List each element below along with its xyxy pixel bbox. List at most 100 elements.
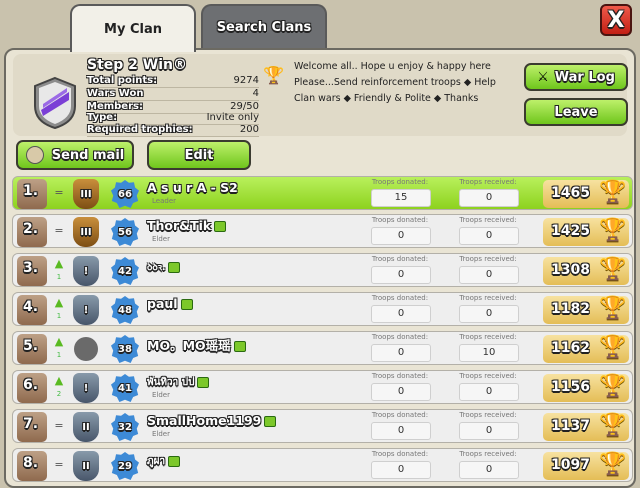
rank-up-icon: ▲ — [54, 257, 64, 270]
rank-number: 7. — [23, 416, 39, 432]
member-row[interactable]: 6. ▲ 2 ! 41 พันทิวา ปป Elder Troops dona… — [12, 370, 633, 404]
trophy-icon: 🏆 — [599, 335, 627, 360]
rank-number: 8. — [23, 455, 39, 471]
close-button[interactable]: X — [600, 4, 632, 36]
war-log-button[interactable]: ⚔ War Log — [524, 63, 628, 91]
leave-label: Leave — [554, 104, 598, 120]
trophy-count: 1308 — [551, 262, 590, 278]
member-row[interactable]: 8. = II 29 ภูผา Troops donated: 0 Troops… — [12, 448, 633, 482]
send-mail-button[interactable]: Send mail — [16, 140, 134, 170]
stat-required-trophies: Required trophies: 200 — [87, 124, 259, 137]
troops-received-label: Troops received: — [459, 411, 517, 419]
clan-badge-icon — [34, 76, 76, 130]
trophy-count: 1156 — [551, 379, 590, 395]
tab-my-clan[interactable]: My Clan — [70, 4, 196, 52]
member-row[interactable]: 1. = III 66 A s u r A - S2 Leader Troops… — [12, 176, 633, 210]
stat-value: 4 — [252, 88, 259, 99]
troops-received-value: 0 — [459, 227, 519, 245]
send-mail-label: Send mail — [51, 147, 125, 163]
troops-donated-label: Troops donated: — [371, 411, 429, 419]
league-icon: II — [73, 412, 99, 442]
troops-donated-label: Troops donated: — [371, 294, 429, 302]
troops-donated-value: 0 — [371, 266, 431, 284]
xp-level-icon: 66 — [111, 180, 139, 208]
troops-donated-value: 0 — [371, 422, 431, 440]
chat-icon — [214, 221, 227, 232]
member-role: Leader — [152, 197, 177, 205]
trophy-count-box: 1162 🏆 — [543, 335, 629, 363]
troops-donated-label: Troops donated: — [371, 450, 429, 458]
trophy-icon: 🏆 — [263, 66, 285, 86]
tab-search-clans[interactable]: Search Clans — [201, 4, 327, 48]
stat-label: Members: — [87, 101, 143, 112]
member-name: SmallHome1199 — [147, 413, 277, 428]
rank-number: 5. — [23, 338, 39, 354]
clan-description-line: Welcome all.. Hope u enjoy & happy here — [294, 61, 491, 72]
troops-received-value: 0 — [459, 422, 519, 440]
edit-button[interactable]: Edit — [147, 140, 251, 170]
league-icon: III — [73, 217, 99, 247]
xp-level-icon: 41 — [111, 374, 139, 402]
troops-received-value: 0 — [459, 266, 519, 284]
chat-icon — [233, 341, 246, 352]
rank-change-amount: 1 — [56, 273, 62, 281]
stat-value: 200 — [239, 124, 259, 135]
rank-number: 2. — [23, 221, 39, 237]
trophy-count: 1182 — [551, 301, 590, 317]
clan-name: Step 2 Win® — [87, 57, 187, 73]
close-icon: X — [607, 7, 625, 33]
troops-donated-label: Troops donated: — [371, 333, 429, 341]
troops-received-value: 0 — [459, 305, 519, 323]
trophy-icon: 🏆 — [599, 257, 627, 282]
member-role: Elder — [152, 430, 170, 438]
troops-received-label: Troops received: — [459, 294, 517, 302]
trophy-count: 1465 — [551, 185, 590, 201]
leave-button[interactable]: Leave — [524, 98, 628, 126]
stat-value: Invite only — [206, 112, 259, 123]
member-role: Elder — [152, 391, 170, 399]
trophy-icon: 🏆 — [599, 374, 627, 399]
clan-description-line: Clan wars ◆ Friendly & Polite ◆ Thanks — [294, 93, 479, 104]
clan-info: Step 2 Win® Total points: 9274 Wars Won … — [13, 54, 628, 137]
member-row[interactable]: 3. ▲ 1 ! 42 ꝺꝺꝛ. Troops donated: 0 Troop… — [12, 253, 633, 287]
league-icon: III — [73, 179, 99, 209]
member-row[interactable]: 5. ▲ 1 38 MO。MO瑶瑶 Troops donated: 0 Troo… — [12, 331, 633, 365]
rank-up-icon: ▲ — [54, 296, 64, 309]
member-row[interactable]: 2. = III 56 Thor&Tik Elder Troops donate… — [12, 214, 633, 248]
trophy-icon: 🏆 — [599, 413, 627, 438]
chat-icon — [264, 416, 277, 427]
trophy-count-box: 1465 🏆 — [543, 180, 629, 208]
troops-donated-value: 0 — [371, 305, 431, 323]
rank-change-amount: 2 — [56, 390, 62, 398]
troops-donated-value: 0 — [371, 227, 431, 245]
trophy-count-box: 1137 🏆 — [543, 413, 629, 441]
trophy-count: 1097 — [551, 457, 590, 473]
trophy-icon: 🏆 — [599, 180, 627, 205]
trophy-count-box: 1097 🏆 — [543, 452, 629, 480]
war-log-label: War Log — [554, 69, 615, 85]
tab-my-clan-label: My Clan — [104, 21, 162, 37]
member-role: Elder — [152, 235, 170, 243]
member-row[interactable]: 7. = II 32 SmallHome1199 Elder Troops do… — [12, 409, 633, 443]
xp-level-icon: 38 — [111, 335, 139, 363]
stat-total-points: Total points: 9274 — [87, 75, 259, 88]
member-name: ꝺꝺꝛ. — [147, 260, 181, 273]
troops-donated-label: Troops donated: — [371, 372, 429, 380]
edit-label: Edit — [184, 147, 214, 163]
troops-received-label: Troops received: — [459, 178, 517, 186]
member-name: ภูผา — [147, 454, 181, 469]
rank-number: 4. — [23, 299, 39, 315]
chat-icon — [168, 262, 181, 273]
troops-received-label: Troops received: — [459, 450, 517, 458]
chat-icon — [180, 299, 193, 310]
xp-level-icon: 42 — [111, 257, 139, 285]
member-row[interactable]: 4. ▲ 1 ! 48 paul Troops donated: 0 Troop… — [12, 292, 633, 326]
league-icon: II — [73, 451, 99, 481]
troops-received-label: Troops received: — [459, 372, 517, 380]
troops-received-label: Troops received: — [459, 216, 517, 224]
troops-donated-label: Troops donated: — [371, 255, 429, 263]
member-name: paul — [147, 296, 193, 311]
stat-label: Type: — [87, 112, 118, 123]
member-name: MO。MO瑶瑶 — [147, 335, 246, 354]
crossed-swords-icon: ⚔ — [537, 69, 549, 85]
